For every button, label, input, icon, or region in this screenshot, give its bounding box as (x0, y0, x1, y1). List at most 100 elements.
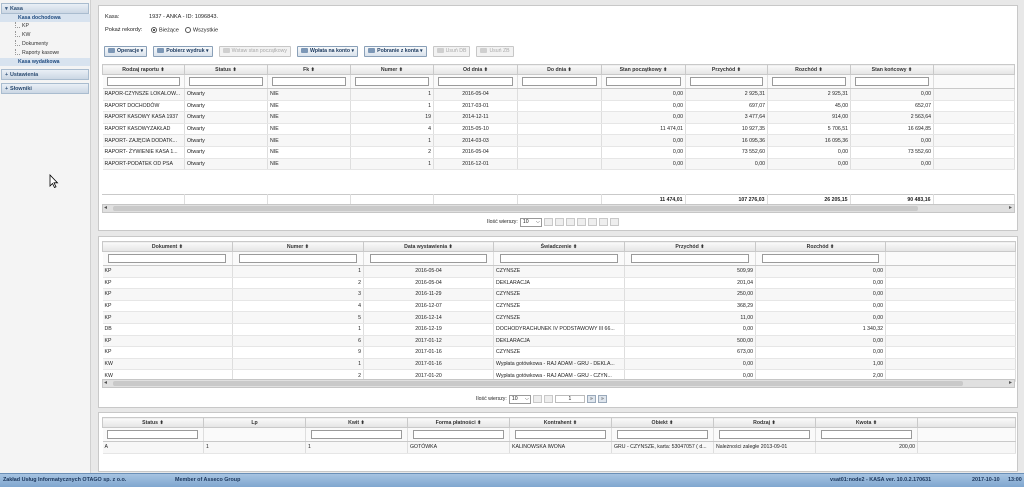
filter-input[interactable] (820, 430, 913, 439)
filter-input[interactable] (272, 77, 346, 86)
col-header[interactable]: Fk ⬍ (267, 64, 351, 75)
filter-input[interactable] (522, 77, 597, 86)
arrow-left-icon[interactable]: ◂ (104, 380, 107, 387)
filter-input[interactable] (772, 77, 846, 86)
first-page-button[interactable] (543, 218, 553, 226)
table-row[interactable]: RAPORT KASOWYZAKŁAD Otwarty NIE 4 2015-05-10… (102, 123, 1015, 136)
sidebar-item-kasa-wydatkowa[interactable]: Kasa wydatkowa (0, 58, 90, 66)
filter-input[interactable] (606, 77, 681, 86)
filter-input[interactable] (108, 254, 227, 263)
col-header[interactable]: Stan początkowy ⬍ (601, 64, 686, 75)
col-header[interactable]: Lp (203, 417, 306, 428)
col-header[interactable]: Forma płatności ⬍ (407, 417, 510, 428)
filter-input[interactable] (107, 430, 199, 439)
table-row[interactable]: KP 4 2016-12-07 CZYNSZE 368,29 0,00 (102, 300, 1016, 313)
filter-input[interactable] (718, 430, 811, 439)
next-page-button[interactable]: » (586, 395, 596, 403)
filter-input[interactable] (438, 77, 513, 86)
accordion-ustawienia[interactable]: + Ustawienia (1, 69, 89, 80)
filter-input[interactable] (412, 430, 505, 439)
col-header[interactable]: Status ⬍ (102, 417, 204, 428)
table-row[interactable]: RAPORT DOCHODÓW Otwarty NIE 1 2017-03-01 0,00… (102, 100, 1015, 113)
filter-input[interactable] (616, 430, 709, 439)
table-cell: KP (102, 335, 233, 348)
next-page-button[interactable] (598, 218, 608, 226)
col-header[interactable]: Od dnia ⬍ (433, 64, 518, 75)
filter-input[interactable] (238, 254, 358, 263)
col-header[interactable]: Rodzaj raportu ⬍ (102, 64, 185, 75)
col-header[interactable]: Kontrahent ⬍ (509, 417, 612, 428)
first-page-button[interactable] (532, 395, 542, 403)
filter-input[interactable] (499, 254, 619, 263)
sidebar-item-raporty-kasowe[interactable]: Raporty kasowe (0, 49, 90, 58)
operacje-button[interactable]: Operacje ▾ (104, 46, 148, 57)
col-header[interactable]: Dokument ⬍ (102, 241, 233, 252)
arrow-right-icon[interactable]: ▸ (1009, 205, 1012, 212)
arrow-right-icon[interactable]: ▸ (1009, 380, 1012, 387)
col-header[interactable]: Rozchód ⬍ (767, 64, 851, 75)
rows-per-page-select[interactable]: 10 (519, 217, 542, 227)
radio-biezace[interactable] (151, 27, 157, 33)
horizontal-scrollbar[interactable]: ◂ ▸ (102, 379, 1015, 388)
sidebar-item-kw[interactable]: KW (0, 31, 90, 40)
page-number-input[interactable]: 1 (554, 395, 585, 403)
radio-wszystkie[interactable] (184, 27, 191, 33)
table-row[interactable]: KP 3 2016-11-29 CZYNSZE 250,00 0,00 (102, 288, 1016, 301)
table-row[interactable]: RAPORT KASOWY KASA 1937 Otwarty NIE 19 2014-… (102, 111, 1015, 124)
table-row[interactable]: DB 1 2016-12-19 DOCHODYRACHUNEK IV PODSTAWO… (102, 323, 1016, 336)
col-header[interactable]: Status ⬍ (184, 64, 268, 75)
col-header[interactable]: Obiekt ⬍ (611, 417, 714, 428)
arrow-left-icon[interactable]: ◂ (104, 205, 107, 212)
col-header[interactable]: Do dnia ⬍ (517, 64, 602, 75)
table-row[interactable]: KP 5 2016-12-14 CZYNSZE 11,00 0,00 (102, 311, 1016, 324)
col-header[interactable]: Świadczenie ⬍ (493, 241, 625, 252)
filter-input[interactable] (310, 430, 403, 439)
last-page-button[interactable] (609, 218, 619, 226)
filter-input[interactable] (761, 254, 880, 263)
table-row[interactable]: RAPORT-PODATEK OD PSA Otwarty NIE 1 2016-12-… (102, 158, 1015, 171)
pobranie-z-konta-button[interactable]: Pobranie z konta ▾ (364, 46, 427, 57)
usun-zb-button[interactable]: Usuń ZB (476, 46, 514, 57)
filter-input[interactable] (369, 254, 488, 263)
filter-input[interactable] (690, 77, 763, 86)
col-header[interactable]: Kwit ⬍ (305, 417, 408, 428)
table-row[interactable]: KP 2 2016-05-04 DEKLARACJA 201,04 0,00 (102, 277, 1016, 290)
filter-input[interactable] (855, 77, 929, 86)
horizontal-scrollbar[interactable]: ◂ ▸ (102, 204, 1015, 213)
prev-page-button[interactable] (554, 218, 564, 226)
table-row[interactable]: A 1 1 GOTÓWKA KALINOWSKA IWONA GRU - CZYNSZE,… (102, 441, 1016, 454)
filter-input[interactable] (355, 77, 429, 86)
accordion-slowniki[interactable]: + Słowniki (1, 83, 89, 94)
col-header[interactable]: Przychód ⬍ (685, 64, 768, 75)
col-header[interactable]: Numer ⬍ (232, 241, 364, 252)
table-row[interactable]: KP 9 2017-01-16 CZYNSZE 673,00 0,00 (102, 346, 1016, 359)
last-page-button[interactable]: » (597, 395, 607, 403)
wstaw-stan-button[interactable]: Wstaw stan początkowy (218, 46, 291, 57)
filter-input[interactable] (189, 77, 263, 86)
filter-input[interactable] (106, 77, 180, 86)
table-row[interactable]: KP 6 2017-01-12 DEKLARACJA 500,00 0,00 (102, 335, 1016, 348)
table-row[interactable]: KW 1 2017-01-16 Wypłata gotówkowa - RAJ ADA… (102, 358, 1016, 371)
col-header[interactable]: Numer ⬍ (350, 64, 434, 75)
pobierz-wydruk-button[interactable]: Pobierz wydruk ▾ (153, 46, 213, 57)
table-row[interactable]: KP 1 2016-05-04 CZYNSZE 509,99 0,00 (102, 265, 1016, 278)
sidebar-item-kp[interactable]: KP (0, 22, 90, 31)
sidebar-item-kasa-dochodowa[interactable]: Kasa dochodowa (0, 14, 90, 22)
prev-page-button[interactable] (543, 395, 553, 403)
col-header[interactable]: Kwota ⬍ (815, 417, 918, 428)
col-header[interactable]: Stan końcowy ⬍ (850, 64, 934, 75)
col-header[interactable]: Przychód ⬍ (624, 241, 756, 252)
filter-input[interactable] (514, 430, 607, 439)
filter-input[interactable] (630, 254, 750, 263)
col-header[interactable]: Rodzaj ⬍ (713, 417, 816, 428)
wplata-na-konto-button[interactable]: Wpłata na konto ▾ (297, 46, 359, 57)
col-header[interactable]: Data wystawienia ⬍ (363, 241, 494, 252)
sidebar-item-dokumenty[interactable]: Dokumenty (0, 40, 90, 49)
usun-db-button[interactable]: Usuń DB (432, 46, 471, 57)
table-row[interactable]: RAPORT- ZAJĘCIA DODATK... Otwarty NIE 1 2014… (102, 134, 1015, 147)
table-row[interactable]: RAPOR-CZYNSZE LOKALOW... Otwarty NIE 1 2016-… (102, 88, 1015, 101)
rows-per-page-select[interactable]: 10 (508, 394, 531, 404)
table-row[interactable]: RAPORT- ŻYWIENIE KASA 1... Otwarty NIE 2 201… (102, 146, 1015, 159)
accordion-kasa[interactable]: ▾ Kasa (1, 3, 89, 14)
col-header[interactable]: Rozchód ⬍ (755, 241, 886, 252)
